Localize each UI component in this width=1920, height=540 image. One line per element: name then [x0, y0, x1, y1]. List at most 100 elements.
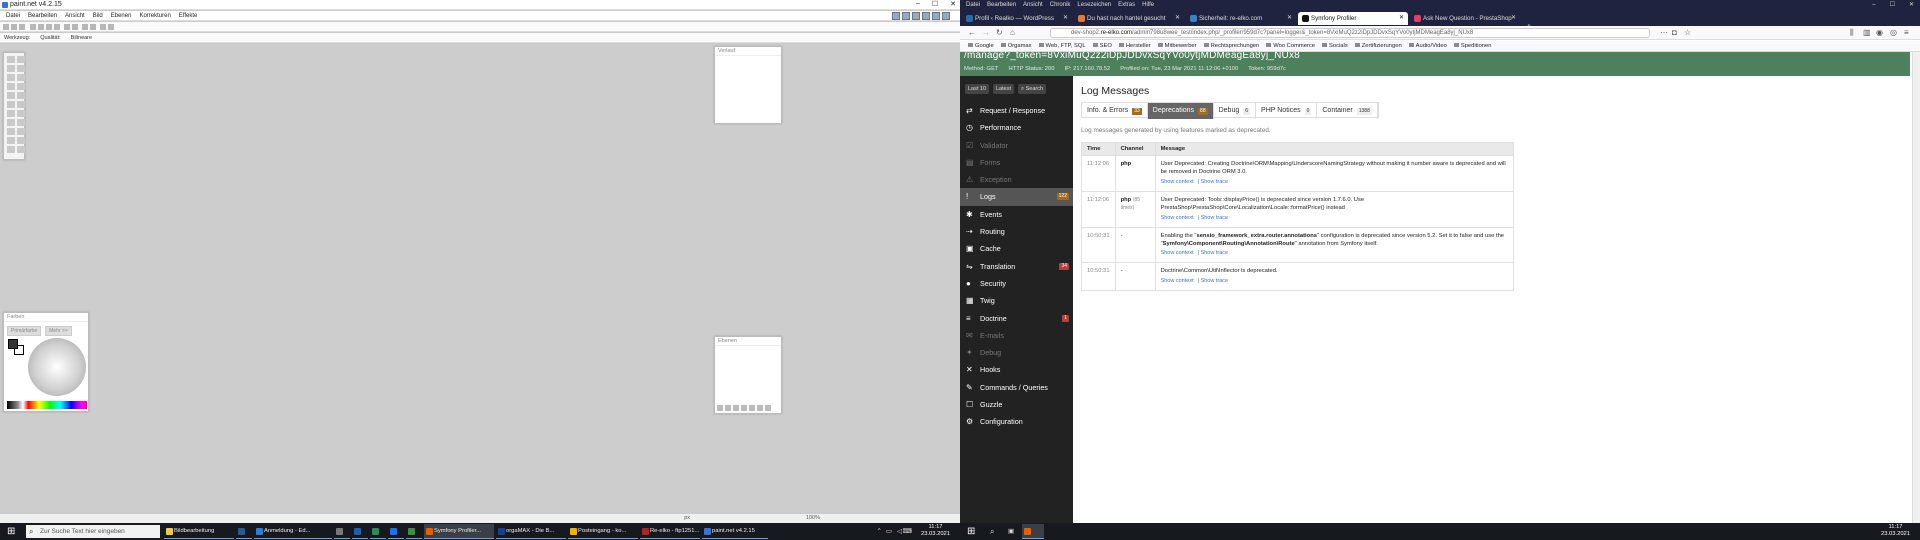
minimize-icon[interactable]: –	[1872, 0, 1875, 10]
sidebar-icon[interactable]: ▥	[1863, 28, 1871, 38]
menu-bild[interactable]: Bild	[93, 11, 103, 20]
new-file-icon[interactable]	[3, 24, 9, 30]
taskbar-search-input[interactable]: Zur Suche Text hier eingeben	[26, 525, 160, 538]
tab-info-errors[interactable]: Info. & Errors 33	[1082, 103, 1148, 119]
bookmark-item[interactable]: Web, FTP, SQL	[1039, 41, 1086, 51]
bookmark-item[interactable]: Speditionen	[1454, 41, 1492, 51]
taskbar-clock[interactable]: 11:17 23.03.2021	[921, 524, 950, 538]
move-down-icon[interactable]	[757, 405, 763, 411]
close-icon[interactable]: ✕	[950, 0, 956, 8]
tool-button-icon[interactable]	[7, 56, 15, 63]
sidebar-item-cache[interactable]: ▣ Cache	[960, 240, 1073, 257]
menu-lesezeichen[interactable]: Lesezeichen	[1077, 0, 1111, 10]
taskbar-app-item[interactable]	[236, 524, 252, 539]
sidebar-item-commands-queries[interactable]: ✎ Commands / Queries	[960, 379, 1073, 396]
sidebar-item-routing[interactable]: ⇢ Routing	[960, 223, 1073, 240]
home-icon[interactable]: ⌂	[1010, 28, 1015, 38]
taskbar-app-item[interactable]: Posteingang - ko...	[568, 524, 638, 539]
taskbar-clock[interactable]: 11:17 23.03.2021	[1881, 524, 1910, 538]
account-icon[interactable]: ◎	[1890, 28, 1897, 38]
tool-button-icon[interactable]	[7, 110, 15, 117]
reload-icon[interactable]: ↻	[996, 28, 1003, 38]
menu-datei[interactable]: Datei	[966, 0, 980, 10]
tools-toggle-icon[interactable]	[892, 12, 900, 20]
color-palette[interactable]	[7, 401, 87, 409]
tool-button-icon[interactable]	[7, 83, 15, 90]
bookmark-item[interactable]: Audio/Video	[1409, 41, 1447, 51]
menu-ansicht[interactable]: Ansicht	[65, 11, 85, 20]
sidebar-item-performance[interactable]: ◷ Performance	[960, 119, 1073, 136]
layer-properties-icon[interactable]	[765, 405, 771, 411]
pocket-icon[interactable]: ◘	[1672, 28, 1677, 38]
ruler-icon[interactable]	[108, 24, 114, 30]
browser-tab[interactable]: Du hast nach hantel gesucht ✕	[1074, 12, 1184, 25]
save-file-icon[interactable]	[19, 24, 25, 30]
move-up-icon[interactable]	[749, 405, 755, 411]
sidebar-item-translation[interactable]: ⇋ Translation 34	[960, 258, 1073, 275]
taskbar-app-item[interactable]: Symfony Profiler...	[424, 524, 494, 539]
merge-layer-icon[interactable]	[741, 405, 747, 411]
tab-deprecations[interactable]: Deprecations 88	[1147, 103, 1214, 119]
menu-chronik[interactable]: Chronik	[1050, 0, 1071, 10]
tool-button-icon[interactable]	[7, 128, 15, 135]
show-context-link[interactable]: Show context	[1161, 250, 1194, 256]
extension-icon[interactable]: ◉	[1876, 28, 1883, 38]
tool-button-icon[interactable]	[17, 137, 25, 144]
bookmark-item[interactable]: Socials	[1322, 41, 1348, 51]
bookmark-item[interactable]: Woo Commerce	[1266, 41, 1315, 51]
print-icon[interactable]	[30, 24, 36, 30]
crop-icon[interactable]	[64, 24, 70, 30]
tool-button-icon[interactable]	[17, 83, 25, 90]
tab-debug[interactable]: Debug 6	[1214, 103, 1257, 119]
tool-button-icon[interactable]	[7, 65, 15, 72]
menu-datei[interactable]: Datei	[6, 11, 20, 20]
tool-button-icon[interactable]	[7, 137, 15, 144]
sidebar-item-configuration[interactable]: ⚙ Configuration	[960, 413, 1073, 430]
back-icon[interactable]: ←	[968, 28, 976, 38]
page-scrollbar[interactable]	[1912, 52, 1920, 523]
tool-button-icon[interactable]	[7, 92, 15, 99]
taskbar-app-item[interactable]: paint.net v4.2.15	[702, 524, 768, 539]
bookmark-star-icon[interactable]: ☆	[1684, 28, 1691, 38]
quality-select[interactable]: Bilineare	[71, 33, 92, 42]
search-button[interactable]: ⌕ Search	[1018, 84, 1047, 94]
page-actions-icon[interactable]: ⋯	[1660, 28, 1668, 38]
tool-button-icon[interactable]	[7, 146, 15, 153]
bookmark-item[interactable]: Mitbewerber	[1158, 41, 1197, 51]
zoom-level[interactable]: 100%	[806, 515, 820, 521]
browser-tab[interactable]: Ask New Question - PrestaShop ✕	[1410, 12, 1520, 25]
show-trace-link[interactable]: Show trace	[1201, 179, 1229, 185]
duplicate-layer-icon[interactable]	[733, 405, 739, 411]
windows-start-icon[interactable]: ⊞	[7, 527, 15, 537]
bookmark-item[interactable]: Zertifizierungen	[1355, 41, 1402, 51]
menu-korrekturen[interactable]: Korrekturen	[139, 11, 170, 20]
sidebar-item-guzzle[interactable]: ☐ Guzzle	[960, 396, 1073, 413]
tool-button-icon[interactable]	[17, 119, 25, 126]
bookmark-item[interactable]: SEO	[1093, 41, 1112, 51]
tool-button-icon[interactable]	[17, 110, 25, 117]
layers-toggle-icon[interactable]	[912, 12, 920, 20]
tool-button-icon[interactable]	[17, 74, 25, 81]
menu-hilfe[interactable]: Hilfe	[1142, 0, 1154, 10]
volume-icon[interactable]: ◁	[897, 527, 902, 535]
bookmark-item[interactable]: Hersteller	[1119, 41, 1151, 51]
url-bar[interactable]: dev-shop2.re-elko.com/admin798u8wee_test…	[1050, 28, 1650, 38]
bookmark-item[interactable]: Google	[968, 41, 994, 51]
language-icon[interactable]: ⌨	[903, 527, 912, 535]
tool-button-icon[interactable]	[7, 101, 15, 108]
help-icon[interactable]	[942, 12, 950, 20]
menu-bearbeiten[interactable]: Bearbeiten	[28, 11, 57, 20]
close-tab-icon[interactable]: ✕	[1063, 12, 1068, 25]
menu-effekte[interactable]: Effekte	[179, 11, 198, 20]
app-menu-icon[interactable]: ≡	[1904, 28, 1909, 38]
deselect-icon[interactable]	[72, 24, 78, 30]
last-10-button[interactable]: Last 10	[965, 84, 990, 94]
menu-extras[interactable]: Extras	[1118, 0, 1135, 10]
colors-toggle-icon[interactable]	[922, 12, 930, 20]
close-tab-icon[interactable]: ✕	[1399, 12, 1404, 25]
taskbar-app-item[interactable]	[406, 524, 422, 539]
show-context-link[interactable]: Show context	[1161, 278, 1194, 284]
maximize-icon[interactable]: ☐	[932, 0, 938, 8]
tool-button-icon[interactable]	[17, 65, 25, 72]
history-toggle-icon[interactable]	[902, 12, 910, 20]
